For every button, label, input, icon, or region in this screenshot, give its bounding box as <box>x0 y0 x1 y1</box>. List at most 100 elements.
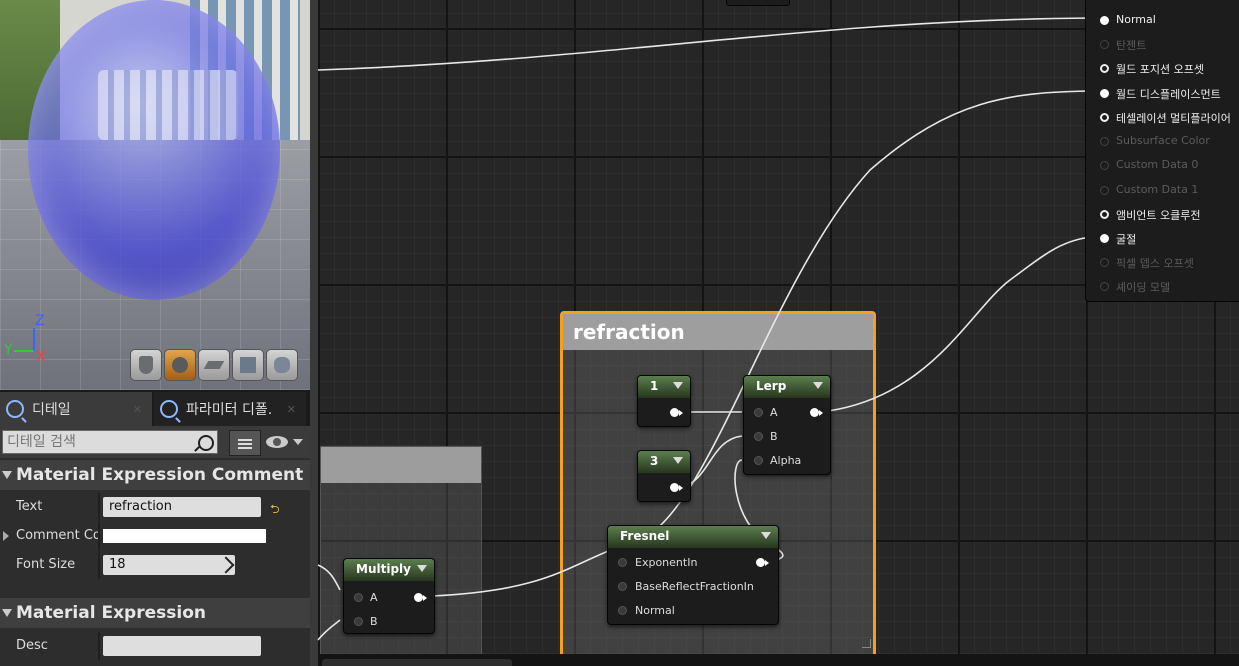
wire-refraction[interactable] <box>819 236 1093 413</box>
collapse-arrow-icon <box>2 609 12 617</box>
grid-icon <box>238 437 252 449</box>
details-search-row <box>0 426 310 458</box>
pin-dot[interactable] <box>1100 113 1109 122</box>
sphere-icon <box>172 357 188 373</box>
node-title[interactable]: 3 <box>638 451 690 473</box>
property-label: Desc <box>16 638 48 653</box>
pin-dot[interactable] <box>1100 282 1109 291</box>
lerp-node[interactable]: Lerp A B Alpha <box>743 375 831 475</box>
input-pin-normal[interactable] <box>618 606 627 615</box>
category-material-expression-comment[interactable]: Material Expression Comment <box>0 460 310 490</box>
material-result-node[interactable]: Normal 탄젠트 월드 포지션 오프셋 월드 디스플레이스먼트 테셀레이션 … <box>1085 0 1239 302</box>
pin-label: B <box>770 430 778 443</box>
node-title-text: Fresnel <box>620 529 670 543</box>
pin-dot[interactable] <box>1100 137 1109 146</box>
cube-preview-button[interactable] <box>232 349 264 381</box>
category-title: Material Expression <box>16 603 206 623</box>
node-title[interactable]: Multiply <box>344 559 434 581</box>
column-divider[interactable] <box>98 493 100 521</box>
wire-into-multiply[interactable] <box>317 564 341 591</box>
pin-label: 셰이딩 모델 <box>1116 281 1171 294</box>
expand-arrow-icon[interactable] <box>3 531 9 541</box>
pin-dot[interactable] <box>1100 64 1109 73</box>
property-label: Text <box>16 499 43 514</box>
input-pin-exponent[interactable] <box>618 558 627 567</box>
text-value-field[interactable]: refraction <box>103 497 261 517</box>
font-size-spinbox[interactable]: 18 <box>103 555 235 575</box>
fresnel-node[interactable]: Fresnel ExponentIn BaseReflectFractionIn… <box>607 525 779 625</box>
pin-dot[interactable] <box>1100 89 1109 98</box>
column-divider[interactable] <box>98 551 100 579</box>
property-font-size: Font Size 18 <box>0 551 310 579</box>
wire-normal[interactable] <box>317 17 1093 71</box>
close-tab-icon[interactable]: ✕ <box>133 403 142 416</box>
pin-label: Subsurface Color <box>1116 134 1210 147</box>
plane-preview-button[interactable] <box>198 349 230 381</box>
node-title[interactable]: Lerp <box>744 376 830 398</box>
preview-shape-toolbar <box>130 349 298 381</box>
input-pin-b[interactable] <box>754 432 763 441</box>
chevron-down-icon[interactable] <box>673 457 683 464</box>
output-pin[interactable] <box>670 483 683 492</box>
pin-dot[interactable] <box>1100 40 1109 49</box>
material-graph-canvas[interactable]: refraction 1 3 Lerp A B Alpha Fresnel Ex… <box>310 0 1239 666</box>
input-pin-b[interactable] <box>354 617 363 626</box>
pin-dot[interactable] <box>1100 161 1109 170</box>
bottom-tab[interactable] <box>322 659 512 666</box>
input-pin-base-reflect[interactable] <box>618 582 627 591</box>
multiply-node[interactable]: Multiply A B <box>343 558 435 634</box>
pin-dot[interactable] <box>1100 186 1109 195</box>
input-pin-a[interactable] <box>354 593 363 602</box>
reset-to-default-icon[interactable]: ⮌ <box>270 500 280 521</box>
axis-z-line <box>33 328 35 352</box>
node-title[interactable]: Fresnel <box>608 526 778 548</box>
pin-label: Normal <box>1116 13 1156 26</box>
search-icon[interactable] <box>198 435 214 451</box>
cylinder-preview-button[interactable] <box>130 349 162 381</box>
wire-world-displacement[interactable] <box>431 90 1093 597</box>
column-divider[interactable] <box>98 522 100 550</box>
output-pin[interactable] <box>810 408 823 417</box>
teapot-preview-button[interactable] <box>266 349 298 381</box>
chevron-down-icon[interactable] <box>813 382 823 389</box>
tab-details[interactable]: 디테일 ✕ <box>0 392 152 426</box>
pin-label: 월드 포지션 오프셋 <box>1116 63 1204 76</box>
property-matrix-button[interactable] <box>229 430 261 456</box>
output-pin[interactable] <box>414 593 427 602</box>
property-desc: Desc <box>0 632 310 660</box>
property-text: Text refraction ⮌ <box>0 493 310 521</box>
pin-label: ExponentIn <box>635 556 698 569</box>
node-title[interactable]: 1 <box>638 376 690 398</box>
output-pin[interactable] <box>670 408 683 417</box>
pin-dot[interactable] <box>1100 210 1109 219</box>
pin-dot[interactable] <box>1100 234 1109 243</box>
color-swatch[interactable] <box>103 529 266 543</box>
category-material-expression[interactable]: Material Expression <box>0 598 310 628</box>
preview-sphere <box>28 0 280 300</box>
magnifier-icon <box>6 400 24 418</box>
constant-node-1[interactable]: 1 <box>637 375 691 427</box>
desc-value-field[interactable] <box>103 636 261 656</box>
material-preview-viewport[interactable]: Z Y X <box>0 0 310 390</box>
wire-const3-lerp-b[interactable] <box>681 435 743 488</box>
pin-label: Alpha <box>770 454 802 467</box>
wire-into-multiply-b[interactable] <box>317 619 341 641</box>
constant-node-3[interactable]: 3 <box>637 450 691 502</box>
sphere-preview-button[interactable] <box>164 349 196 381</box>
input-pin-a[interactable] <box>754 408 763 417</box>
tab-parameter-defaults[interactable]: 파라미터 디폴. ✕ <box>154 392 306 426</box>
chevron-down-icon[interactable] <box>417 565 427 572</box>
input-pin-alpha[interactable] <box>754 456 763 465</box>
column-divider[interactable] <box>98 632 100 660</box>
chevron-down-icon[interactable] <box>673 382 683 389</box>
pin-dot[interactable] <box>1100 16 1109 25</box>
chevron-down-icon[interactable] <box>761 532 771 539</box>
view-options-button[interactable] <box>266 434 306 452</box>
output-pin[interactable] <box>756 558 769 567</box>
pin-dot[interactable] <box>1100 258 1109 267</box>
close-tab-icon[interactable]: ✕ <box>287 403 296 416</box>
pin-label: 픽셀 뎁스 오프셋 <box>1116 257 1194 270</box>
details-search-input[interactable] <box>2 430 218 454</box>
chevron-down-icon <box>293 439 303 445</box>
pin-label: 탄젠트 <box>1116 39 1147 52</box>
